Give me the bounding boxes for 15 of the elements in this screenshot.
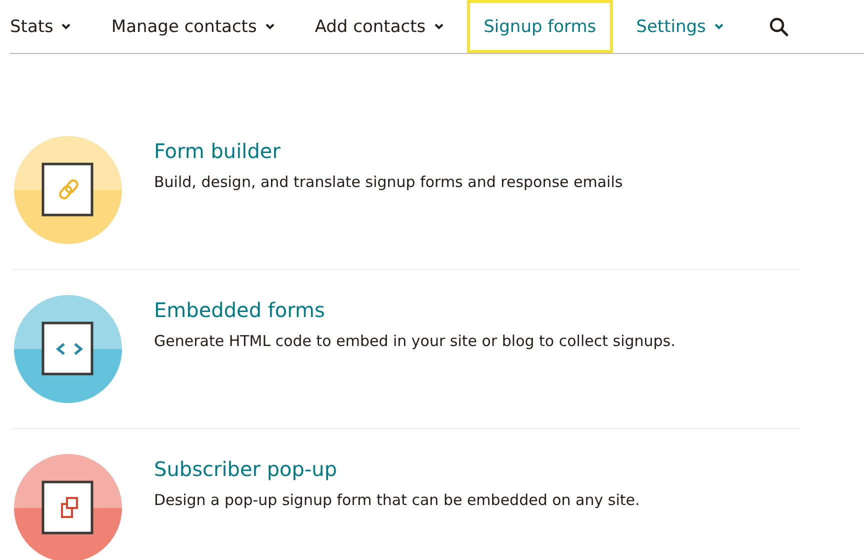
option-description: Build, design, and translate signup forms and response emails: [154, 173, 623, 191]
link-icon: [57, 178, 80, 202]
search-icon[interactable]: [768, 16, 789, 36]
popup-icon: [61, 497, 78, 518]
nav-tab[interactable]: Add contacts: [298, 0, 461, 53]
option-title-link[interactable]: Embedded forms: [154, 298, 325, 322]
code-icon: [56, 343, 84, 355]
option-title-link[interactable]: Subscriber pop-up: [154, 457, 338, 481]
option-title-link[interactable]: Form builder: [154, 139, 280, 163]
option-description: Generate HTML code to embed in your site or blog to collect signups.: [154, 332, 676, 350]
nav-tab[interactable]: Manage contacts: [94, 0, 292, 53]
nav-tab[interactable]: Signup forms: [466, 0, 614, 53]
nav-tab[interactable]: Settings: [619, 0, 741, 53]
option-description: Design a pop-up signup form that can be embedded on any site.: [154, 491, 640, 509]
nav-tab[interactable]: Stats: [10, 0, 88, 53]
